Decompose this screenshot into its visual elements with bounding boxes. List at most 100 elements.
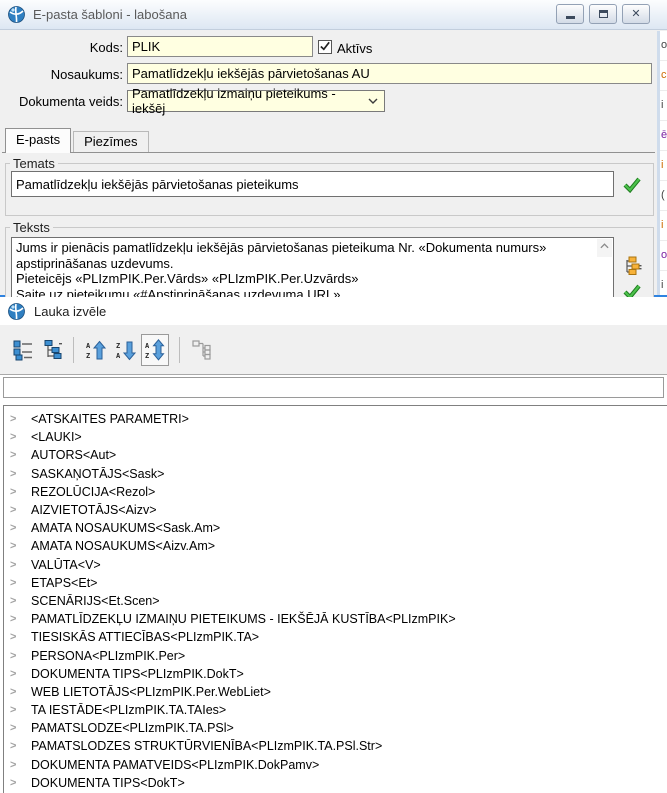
chevron-right-icon: > — [10, 413, 17, 426]
tab-e-pasts[interactable]: E-pasts — [5, 128, 72, 153]
list-item-label: DOKUMENTA TIPS<PLIzmPIK.DokT> — [31, 666, 244, 681]
chevron-right-icon: > — [10, 540, 17, 553]
teksts-value: Jums ir pienācis pamatlīdzekļu iekšējās … — [16, 240, 547, 302]
list-item-label: TIESISKĀS ATTIECĪBAS<PLIzmPIK.TA> — [31, 630, 260, 645]
clipped-text-fragment: i — [660, 271, 667, 295]
filter-input[interactable] — [3, 377, 664, 398]
list-item[interactable]: > SASKAŅOTĀJS<Sask> — [4, 465, 667, 483]
scroll-up-button[interactable] — [597, 239, 612, 257]
dokumenta-veids-value: Pamatlīdzekļu izmaiņu pieteikums - iekšē… — [132, 86, 336, 116]
clipped-text-fragment: i — [660, 211, 667, 241]
list-item[interactable]: > AMATA NOSAUKUMS<Aizv.Am> — [4, 537, 667, 555]
tab-piezimes[interactable]: Piezīmes — [73, 131, 149, 153]
tab-panel-border — [2, 152, 655, 153]
list-item[interactable]: > PAMATLĪDZEKĻU IZMAIŅU PIETEIKUMS - IEK… — [4, 610, 667, 628]
list-item-label: PAMATSLODZES STRUKTŪRVIENĪBA<PLIzmPIK.TA… — [31, 739, 383, 754]
list-item[interactable]: > WEB LIETOTĀJS<PLIzmPIK.Per.WebLiet> — [4, 683, 667, 701]
sort-toggle-icon: AZ — [145, 339, 165, 361]
kods-input[interactable] — [127, 36, 313, 57]
list-item[interactable]: > PERSONA<PLIzmPIK.Per> — [4, 646, 667, 664]
minimize-button[interactable] — [556, 4, 584, 24]
teksts-group-label: Teksts — [13, 220, 50, 235]
chevron-right-icon: > — [10, 758, 17, 771]
list-item-label: DOKUMENTA PAMATVEIDS<PLIzmPIK.DokPamv> — [31, 757, 320, 772]
expand-structure-button[interactable] — [188, 336, 215, 364]
chevron-down-icon — [368, 98, 378, 104]
chevron-right-icon: > — [10, 704, 17, 717]
tab-bar: E-pasts Piezīmes — [5, 128, 149, 153]
close-button[interactable]: ✕ — [622, 4, 650, 24]
chevron-right-icon: > — [10, 776, 17, 789]
chevron-right-icon: > — [10, 667, 17, 680]
titlebar[interactable]: E-pasta šabloni - labošana ✕ — [0, 0, 667, 30]
svg-text:A: A — [116, 352, 121, 360]
tree-view-icon — [44, 340, 62, 359]
list-item[interactable]: > DOKUMENTA TIPS<PLIzmPIK.DokT> — [4, 665, 667, 683]
sort-descending-button[interactable]: ZA — [112, 336, 139, 364]
flat-list-icon — [13, 340, 32, 361]
aktivs-label: Aktīvs — [337, 41, 373, 56]
app-logo-icon — [8, 6, 25, 23]
insert-field-tree-icon[interactable] — [623, 256, 642, 280]
restore-button[interactable] — [589, 4, 617, 24]
field-list: > <ATSKAITES PARAMETRI> > <LAUKI> > AUTO… — [3, 405, 667, 793]
list-item[interactable]: > TA IESTĀDE<PLIzmPIK.TA.TAIes> — [4, 701, 667, 719]
nosaukums-input[interactable] — [127, 63, 652, 84]
chevron-right-icon: > — [10, 504, 17, 517]
svg-text:Z: Z — [145, 352, 149, 360]
list-item[interactable]: > PAMATSLODZE<PLIzmPIK.TA.PSl> — [4, 719, 667, 737]
list-item-label: REZOLŪCIJA<Rezol> — [31, 484, 156, 499]
kods-label: Kods: — [89, 40, 123, 55]
list-item[interactable]: > REZOLŪCIJA<Rezol> — [4, 483, 667, 501]
flat-list-button[interactable] — [9, 336, 36, 364]
list-item-label: PERSONA<PLIzmPIK.Per> — [31, 648, 186, 663]
chevron-right-icon: > — [10, 522, 17, 535]
list-item-label: <LAUKI> — [31, 430, 82, 445]
temats-input[interactable] — [11, 171, 614, 197]
window-title: Lauka izvēle — [34, 303, 107, 319]
list-item[interactable]: > DOKUMENTA PAMATVEIDS<PLIzmPIK.DokPamv> — [4, 756, 667, 774]
chevron-right-icon: > — [10, 685, 17, 698]
list-item[interactable]: > SCENĀRIJS<Et.Scen> — [4, 592, 667, 610]
clipped-text-fragment: i — [660, 91, 667, 121]
list-item[interactable]: > AUTORS<Aut> — [4, 446, 667, 464]
sort-toggle-button[interactable]: AZ — [141, 334, 169, 366]
list-item[interactable]: > DOKUMENTA TIPS<DokT> — [4, 774, 667, 792]
list-item[interactable]: > AMATA NOSAUKUMS<Sask.Am> — [4, 519, 667, 537]
dokumenta-veids-select[interactable]: Pamatlīdzekļu izmaiņu pieteikums - iekšē… — [127, 86, 385, 116]
tree-view-button[interactable] — [39, 336, 66, 364]
list-item-label: PAMATSLODZE<PLIzmPIK.TA.PSl> — [31, 721, 234, 736]
temats-valid-check-icon[interactable] — [623, 177, 641, 193]
checkmark-icon — [320, 41, 330, 51]
toolbar: AZ ZA AZ — [0, 325, 667, 375]
temats-group-label: Temats — [13, 156, 55, 171]
chevron-right-icon: > — [10, 467, 17, 480]
list-item-label: SASKAŅOTĀJS<Sask> — [31, 466, 165, 481]
clipped-text-fragment: ( — [660, 181, 667, 211]
list-item-label: AMATA NOSAUKUMS<Aizv.Am> — [31, 539, 216, 554]
clipped-text-fragment: ē — [660, 121, 667, 151]
list-item[interactable]: > TIESISKĀS ATTIECĪBAS<PLIzmPIK.TA> — [4, 628, 667, 646]
expand-structure-icon — [191, 340, 211, 360]
list-item-label: DOKUMENTA TIPS<DokT> — [31, 775, 185, 790]
list-item[interactable]: > AIZVIETOTĀJS<Aizv> — [4, 501, 667, 519]
svg-text:A: A — [145, 342, 150, 350]
chevron-up-icon — [600, 243, 609, 249]
list-item-label: AMATA NOSAUKUMS<Sask.Am> — [31, 521, 221, 536]
clipped-text-fragment: o — [660, 241, 667, 271]
list-item-label: AUTORS<Aut> — [31, 448, 117, 463]
list-item[interactable]: > PAMATSLODZES STRUKTŪRVIENĪBA<PLIzmPIK.… — [4, 737, 667, 755]
aktivs-checkbox[interactable] — [318, 40, 332, 54]
list-item[interactable]: > <LAUKI> — [4, 428, 667, 446]
sort-ascending-button[interactable]: AZ — [82, 336, 109, 364]
restore-icon — [598, 10, 608, 18]
list-item[interactable]: > VALŪTA<V> — [4, 556, 667, 574]
toolbar-separator — [73, 337, 74, 363]
clipped-text-fragment: i — [660, 151, 667, 181]
list-item[interactable]: > ETAPS<Et> — [4, 574, 667, 592]
list-item[interactable]: > <ATSKAITES PARAMETRI> — [4, 410, 667, 428]
titlebar[interactable]: Lauka izvēle — [0, 297, 667, 325]
chevron-right-icon: > — [10, 594, 17, 607]
sort-descending-icon: ZA — [116, 341, 136, 360]
chevron-right-icon: > — [10, 431, 17, 444]
